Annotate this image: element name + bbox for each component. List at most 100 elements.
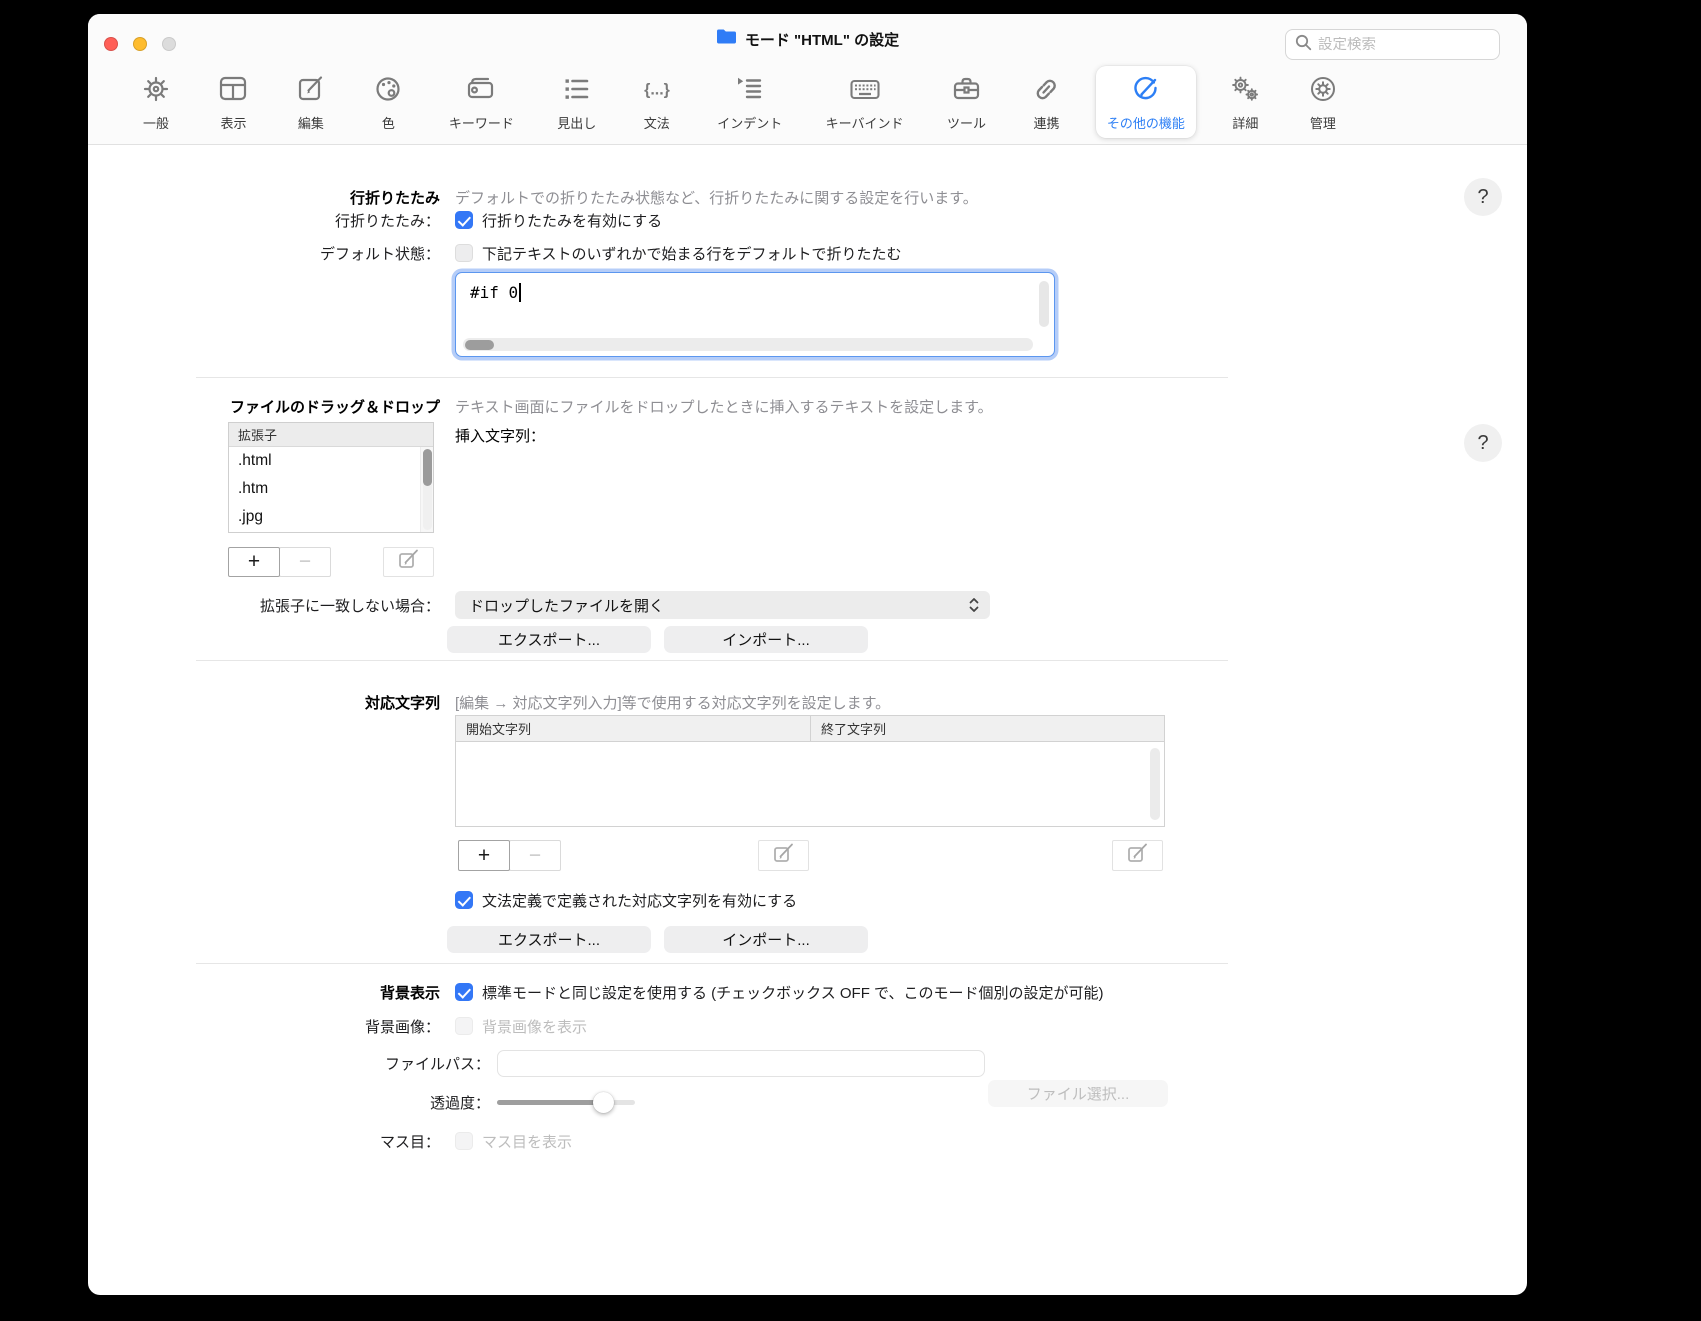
settings-window: モード "HTML" の設定 一般 表示 編集 色 xyxy=(88,14,1527,1295)
toolbar-item-label: 一般 xyxy=(143,113,169,132)
no-match-dropdown-value: ドロップしたファイルを開く xyxy=(469,595,664,616)
column-header-start-string: 開始文字列 xyxy=(456,716,811,741)
pair-strings-table: 開始文字列 終了文字列 xyxy=(455,715,1165,827)
grid-checkbox-label: マス目を表示 xyxy=(482,1131,572,1152)
settings-search-field[interactable] xyxy=(1285,29,1500,60)
toolbar-item-label: インデント xyxy=(717,113,782,132)
svg-text:{...}: {...} xyxy=(644,82,670,99)
window-panes-icon xyxy=(216,73,250,110)
opacity-label: 透過度： xyxy=(88,1092,490,1113)
fold-textarea-vertical-scrollbar[interactable] xyxy=(1039,281,1049,327)
edit-pencil-icon xyxy=(772,843,796,869)
toolbar-item-advanced[interactable]: 詳細 xyxy=(1217,66,1273,138)
toolbar-item-edit[interactable]: 編集 xyxy=(283,66,339,138)
edit-pencil-icon xyxy=(1126,843,1150,869)
toolbar-item-label: キーワード xyxy=(449,113,514,132)
default-state-label: デフォルト状態： xyxy=(88,243,440,264)
text-caret xyxy=(519,283,521,302)
toolbar-item-color[interactable]: 色 xyxy=(360,66,416,138)
export-extensions-button[interactable]: エクスポート... xyxy=(447,626,651,653)
toolbar-item-label: 表示 xyxy=(220,113,246,132)
bg-image-checkbox xyxy=(455,1017,473,1035)
toolbar-item-label: ツール xyxy=(947,113,986,132)
line-fold-enable-checkbox[interactable] xyxy=(455,211,473,229)
add-extension-button[interactable]: + xyxy=(228,547,280,577)
pair-strings-table-scrollbar[interactable] xyxy=(1150,748,1160,820)
palette-icon xyxy=(371,73,405,110)
toolbar-item-label: 見出し xyxy=(557,113,596,132)
toolbar-item-manage[interactable]: 管理 xyxy=(1295,66,1351,138)
scrollbar-thumb[interactable] xyxy=(465,340,494,350)
section-desc-pair-strings: [編集 → 対応文字列入力]等で使用する対応文字列を設定します。 xyxy=(455,692,890,713)
scrollbar-thumb[interactable] xyxy=(423,449,432,486)
bg-image-checkbox-label: 背景画像を表示 xyxy=(482,1016,587,1037)
add-pair-button[interactable]: + xyxy=(458,840,510,871)
remove-extension-button[interactable]: − xyxy=(279,547,331,577)
help-button-line-fold[interactable]: ? xyxy=(1464,178,1502,216)
edit-pencil-icon xyxy=(397,549,421,575)
toolbar-item-label: 管理 xyxy=(1310,113,1336,132)
extension-list-header: 拡張子 xyxy=(229,423,433,447)
braces-icon: {...} xyxy=(640,73,674,110)
column-header-end-string: 終了文字列 xyxy=(811,716,1164,741)
list-icon xyxy=(560,73,594,110)
indent-icon xyxy=(733,73,767,110)
fold-prefix-textarea[interactable]: #if 0 xyxy=(455,272,1055,357)
line-fold-enable-checkbox-label: 行折りたたみを有効にする xyxy=(482,210,662,231)
edit-end-string-button[interactable] xyxy=(1112,840,1163,871)
wallet-icon xyxy=(464,73,498,110)
toolbar-item-label: 文法 xyxy=(644,113,670,132)
extension-row[interactable]: .jpg xyxy=(229,503,433,531)
grammar-pairs-checkbox[interactable] xyxy=(455,891,473,909)
use-standard-checkbox[interactable] xyxy=(455,983,473,1001)
import-pairs-button[interactable]: インポート... xyxy=(664,926,868,953)
default-state-checkbox[interactable] xyxy=(455,244,473,262)
opacity-slider[interactable] xyxy=(497,1092,635,1113)
fold-prefix-text: #if 0 xyxy=(470,283,518,302)
edit-start-string-button[interactable] xyxy=(758,840,809,871)
grid-checkbox xyxy=(455,1132,473,1150)
extension-row[interactable]: .htm xyxy=(229,475,433,503)
window-chrome: モード "HTML" の設定 一般 表示 編集 色 xyxy=(88,14,1527,145)
slider-thumb[interactable] xyxy=(593,1092,614,1113)
toolbar-item-display[interactable]: 表示 xyxy=(205,66,261,138)
chevron-up-down-icon xyxy=(967,596,981,618)
toolbar-item-link[interactable]: 連携 xyxy=(1018,66,1074,138)
toolbar-item-heading[interactable]: 見出し xyxy=(546,66,607,138)
toolbar-item-label: 詳細 xyxy=(1232,113,1258,132)
extension-list-scrollbar[interactable] xyxy=(420,447,433,532)
extension-row[interactable]: .html xyxy=(229,447,433,475)
bg-image-label: 背景画像： xyxy=(88,1016,440,1037)
section-title-drag-drop: ファイルのドラッグ＆ドロップ xyxy=(88,396,440,417)
no-match-dropdown[interactable]: ドロップしたファイルを開く xyxy=(455,591,990,619)
toolbar-item-indent[interactable]: インデント xyxy=(706,66,793,138)
toolbar-item-label: 色 xyxy=(382,113,395,132)
keyboard-icon xyxy=(848,73,882,110)
line-fold-enable-label: 行折りたたみ： xyxy=(88,210,440,231)
toolbar-item-label: その他の機能 xyxy=(1107,113,1185,132)
help-button-drag-drop[interactable]: ? xyxy=(1464,424,1502,462)
file-path-input[interactable] xyxy=(497,1050,985,1077)
toolbar-item-grammar[interactable]: {...} 文法 xyxy=(629,66,685,138)
window-title: モード "HTML" の設定 xyxy=(745,29,899,50)
toolbar: 一般 表示 編集 色 キーワード 見出し {. xyxy=(88,64,1527,138)
gear-icon xyxy=(139,73,173,110)
export-pairs-button[interactable]: エクスポート... xyxy=(447,926,651,953)
gear-circle-icon xyxy=(1306,73,1340,110)
edit-extension-button[interactable] xyxy=(383,547,434,577)
toolbar-item-general[interactable]: 一般 xyxy=(128,66,184,138)
pencil-square-icon xyxy=(294,73,328,110)
section-title-pair-strings: 対応文字列 xyxy=(88,692,440,713)
no-match-label: 拡張子に一致しない場合： xyxy=(88,595,440,616)
insert-string-label: 挿入文字列： xyxy=(455,425,545,446)
toolbar-item-keybind[interactable]: キーバインド xyxy=(815,66,915,138)
section-desc-drag-drop: テキスト画面にファイルをドロップしたときに挿入するテキストを設定します。 xyxy=(455,396,993,417)
toolbar-item-other-features[interactable]: その他の機能 xyxy=(1096,66,1196,138)
remove-pair-button[interactable]: − xyxy=(509,840,561,871)
import-extensions-button[interactable]: インポート... xyxy=(664,626,868,653)
toolbar-item-keyword[interactable]: キーワード xyxy=(438,66,525,138)
fold-textarea-horizontal-scrollbar[interactable] xyxy=(463,338,1033,351)
toolbar-item-tools[interactable]: ツール xyxy=(936,66,997,138)
search-input[interactable] xyxy=(1318,37,1468,53)
section-desc-line-fold: デフォルトでの折りたたみ状態など、行折りたたみに関する設定を行います。 xyxy=(455,187,978,208)
